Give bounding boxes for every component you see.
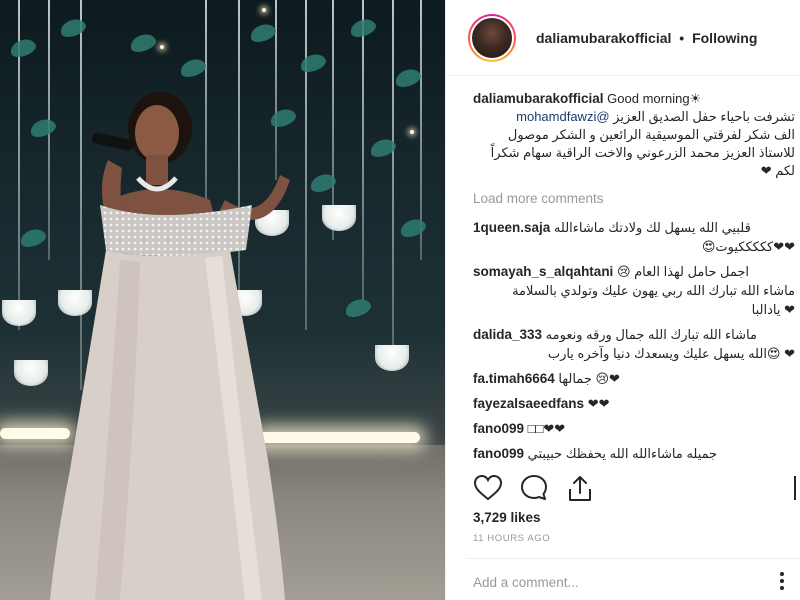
post-side-panel: daliamubarakofficial • Following daliamu… [445,0,800,600]
post-timestamp[interactable]: 11 HOURS AGO [473,533,550,544]
comment-item: somayah_s_alqahtani 😢 اجمل حامل لهذا الع… [473,262,795,319]
comment-text-continued: ❤ يادالبا [751,302,795,317]
comment-text-continued: ماشاء الله تبارك الله ربي يهون عليك وتول… [512,283,795,298]
post-caption: daliamubarakofficial Good morning☀ تشرفت… [473,90,795,180]
following-button[interactable]: Following [692,30,757,46]
comment-username[interactable]: somayah_s_alqahtani [473,264,613,279]
comment-username[interactable]: fano099 [473,421,524,436]
caption-line: للاستاذ العزيز محمد الزرعوني والاخت الرا… [490,145,795,160]
singer-figure [50,92,290,600]
comment-text: جمالها 😢❤ [558,371,620,386]
avatar[interactable] [470,16,514,60]
comment-text-continued: ❤ 😍الله يسهل عليك ويسعدك دنيا وآخره يارب [547,346,795,361]
comment-username[interactable]: fayezalsaeedfans [473,396,584,411]
comment-item: fano099 جميله ماشاءالله الله يحفظك حبيبت… [473,444,795,463]
post-header: daliamubarakofficial • Following [446,0,800,76]
comment-text-continued: ❤❤كككككيوت😍 [701,239,795,254]
post-photo[interactable] [0,0,445,600]
likes-count[interactable]: 3,729 likes [473,510,541,525]
comments-section: daliamubarakofficial Good morning☀ تشرفت… [473,90,795,469]
save-icon[interactable] [793,473,800,503]
caption-mention[interactable]: @mohamdfawzi [516,109,609,124]
comment-username[interactable]: fa.timah6664 [473,371,555,386]
caption-text: Good morning☀ [607,91,702,106]
comment-username[interactable]: dalida_333 [473,327,542,342]
load-more-comments-button[interactable]: Load more comments [473,190,795,208]
caption-line: لكم ❤ [760,163,795,178]
header-username[interactable]: daliamubarakofficial [536,30,671,46]
comment-text: □□❤❤ [527,421,566,436]
comment-text: ❤❤ [587,396,610,411]
comment-item: 1queen.saja قلبيي الله يسهل لك ولادتك ما… [473,218,795,256]
comment-item: fano099 □□❤❤ [473,419,795,438]
heart-icon[interactable] [473,473,503,503]
caption-line: تشرفت باحياء حفل الصديق العزيز [613,109,795,124]
share-icon[interactable] [565,473,595,503]
header-text: daliamubarakofficial • Following [536,30,757,46]
comment-item: fayezalsaeedfans ❤❤ [473,394,795,413]
comment-username[interactable]: 1queen.saja [473,220,550,235]
comment-item: fa.timah6664 جمالها 😢❤ [473,369,795,388]
comment-item: dalida_333 ماشاء الله تبارك الله جمال ور… [473,325,795,363]
story-ring[interactable] [468,14,516,62]
caption-line: الف شكر لفرقتي الموسيقية الرائعين و الشك… [507,127,795,142]
action-bar [473,473,796,503]
comment-text: جميله ماشاءالله الله يحفظك حبيبتي [527,446,718,461]
separator-dot: • [679,30,685,46]
comment-text: قلبيي الله يسهل لك ولادتك ماشاءالله [553,220,751,235]
options-icon[interactable] [774,570,790,592]
add-comment-input[interactable]: Add a comment... [473,575,579,590]
comment-icon[interactable] [519,473,549,503]
comment-text: ماشاء الله تبارك الله جمال ورقه ونعومه [545,327,757,342]
comment-text: 😢 اجمل حامل لهذا العام [616,264,750,279]
caption-username[interactable]: daliamubarakofficial [473,91,604,106]
comment-username[interactable]: fano099 [473,446,524,461]
divider [466,558,800,559]
